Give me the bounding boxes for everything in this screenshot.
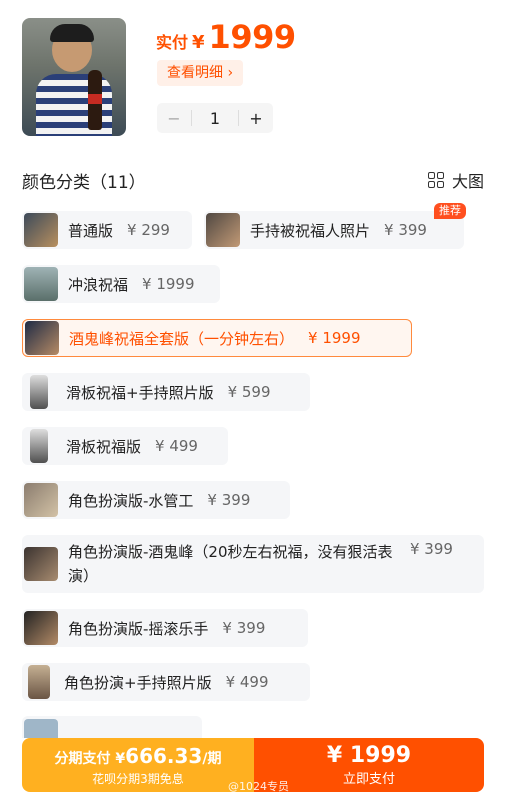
installment-prefix: 分期支付 ¥	[54, 750, 126, 767]
view-details-button[interactable]: 查看明细 ›	[157, 60, 244, 86]
option-price: ¥ 399	[222, 619, 266, 637]
option-thumbnail	[24, 719, 58, 738]
pay-now-label: 立即支付	[342, 772, 395, 787]
option-item[interactable]: 角色扮演版-水管工 ¥ 399	[22, 481, 290, 519]
option-item-selected[interactable]: 酒鬼峰祝福全套版（一分钟左右） ¥ 1999	[22, 319, 412, 357]
option-item[interactable]: 普通版 ¥ 299	[22, 211, 192, 249]
option-name: 手持被祝福人照片	[250, 221, 371, 240]
grid-icon	[427, 172, 444, 188]
option-thumbnail	[24, 611, 58, 645]
option-thumbnail	[30, 375, 48, 409]
option-name: 酒鬼峰祝福全套版（一分钟左右）	[69, 329, 295, 348]
option-thumbnail	[25, 321, 59, 355]
option-name: 角色扮演版-摇滚乐手	[68, 619, 209, 638]
option-name: 滑板祝福+手持照片版	[66, 383, 214, 402]
option-name: 普通版	[68, 221, 114, 240]
option-name: 角色扮演+手持照片版	[64, 673, 212, 692]
option-thumbnail	[28, 665, 50, 699]
installment-note: 花呗分期3期免息	[92, 771, 184, 786]
option-item[interactable]: 冲浪祝福 ¥ 1999	[22, 265, 220, 303]
recommended-badge: 推荐	[434, 203, 466, 219]
option-price: ¥ 1999	[308, 329, 361, 347]
option-thumbnail	[206, 213, 240, 247]
option-thumbnail	[24, 267, 58, 301]
option-name: 角色扮演版-水管工	[68, 491, 194, 510]
quantity-stepper: − 1 +	[157, 103, 273, 133]
total-price: 1999	[208, 18, 297, 56]
installment-amount: 666.33	[125, 743, 203, 768]
option-thumbnail	[24, 213, 58, 247]
quantity-value[interactable]: 1	[192, 109, 238, 128]
option-thumbnail	[30, 429, 48, 463]
option-price: ¥ 399	[410, 540, 453, 558]
decrease-button[interactable]: −	[157, 109, 191, 128]
price-row: 实付 ¥ 1999	[156, 18, 296, 56]
color-category-title: 颜色分类（11）	[22, 173, 146, 193]
option-item[interactable]: 滑板祝福版 ¥ 499	[22, 427, 228, 465]
increase-button[interactable]: +	[239, 109, 273, 128]
price-label: 实付	[156, 33, 189, 52]
installment-pay-button[interactable]: 分期支付 ¥666.33/期 花呗分期3期免息	[22, 738, 254, 792]
product-image-hat	[50, 24, 94, 42]
option-price: ¥ 499	[155, 437, 198, 455]
option-price: ¥ 499	[225, 673, 269, 691]
installment-suffix: /期	[202, 750, 222, 767]
option-item[interactable]: 滑板祝福+手持照片版 ¥ 599	[22, 373, 310, 411]
big-image-toggle[interactable]: 大图	[427, 168, 484, 192]
option-item[interactable]: 角色扮演版-摇滚乐手 ¥ 399	[22, 609, 308, 647]
option-price: ¥ 399	[384, 221, 427, 239]
installment-amount-line: 分期支付 ¥666.33/期	[55, 744, 222, 768]
option-item[interactable]: 手持被祝福人照片 ¥ 399 推荐	[204, 203, 466, 249]
product-image-bottle	[88, 70, 102, 130]
option-price: ¥ 399	[207, 491, 251, 509]
option-price: ¥ 1999	[142, 275, 195, 293]
option-item[interactable]: 角色扮演+手持照片版 ¥ 499	[22, 663, 310, 701]
option-name: 冲浪祝福	[68, 275, 129, 294]
option-name: 滑板祝福版	[66, 437, 142, 456]
option-item[interactable]: 角色扮演版-酒鬼峰（20秒左右祝福，没有狠活表演） ¥ 399	[22, 535, 484, 593]
option-thumbnail	[24, 483, 58, 517]
big-image-label: 大图	[451, 172, 484, 191]
currency-symbol: ¥	[192, 32, 205, 53]
option-item-partial[interactable]	[22, 716, 202, 738]
option-price: ¥ 299	[127, 221, 170, 239]
watermark: @1024专员	[228, 780, 289, 793]
option-thumbnail	[24, 547, 58, 581]
option-price: ¥ 599	[227, 383, 271, 401]
option-name: 角色扮演版-酒鬼峰（20秒左右祝福，没有狠活表演）	[68, 543, 393, 585]
product-image[interactable]	[22, 18, 126, 136]
pay-now-amount: ¥ 1999	[326, 743, 412, 768]
